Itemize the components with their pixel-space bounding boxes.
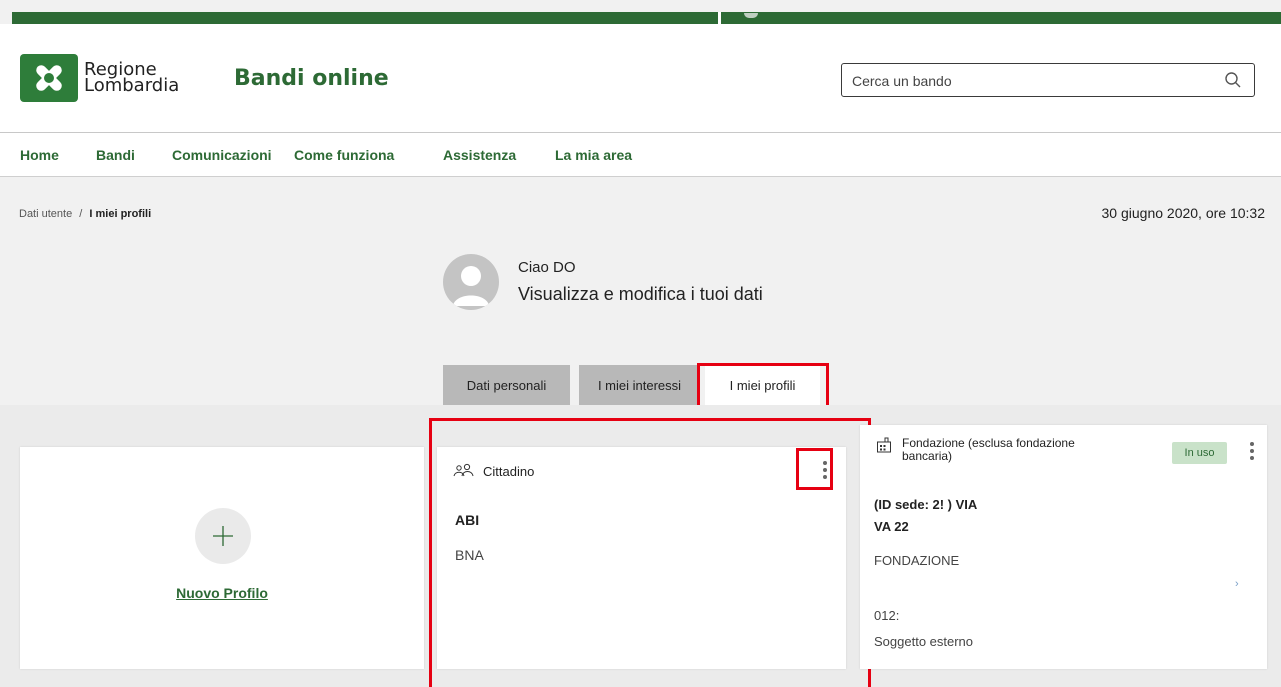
profile-role: Soggetto esterno (874, 634, 974, 649)
top-bar (12, 12, 1281, 24)
profile-type: Fondazione (esclusa fondazione bancaria) (902, 436, 1075, 463)
plus-icon[interactable] (195, 508, 251, 564)
nav-item-comunicazioni[interactable]: Comunicazioni (172, 147, 272, 163)
profile-address: (ID sede: 2! ) VIA (874, 497, 978, 512)
status-badge: In uso (1172, 442, 1227, 464)
profile-code: 012: (874, 608, 900, 623)
current-datetime: 30 giugno 2020, ore 10:32 (1101, 205, 1265, 221)
regione-lombardia-logo-icon[interactable] (20, 54, 78, 102)
nav-item-assistenza[interactable]: Assistenza (443, 147, 516, 163)
chevron-right-icon[interactable]: › (1235, 578, 1239, 590)
highlight-box-card (429, 418, 871, 687)
nav-item-la-mia-area[interactable]: La mia area (555, 147, 632, 163)
search-input[interactable] (852, 71, 1212, 91)
main-nav: Home Bandi Comunicazioni Come funziona A… (0, 133, 1281, 177)
profile-address-2: VA 22 (874, 519, 909, 534)
new-profile-link[interactable]: Nuovo Profilo (20, 585, 424, 601)
user-subtitle: Visualizza e modifica i tuoi dati (518, 284, 763, 304)
more-options-icon[interactable] (1250, 442, 1254, 460)
brand-name[interactable]: Regione Lombardia (84, 61, 180, 96)
brand-line-2: Lombardia (84, 75, 180, 96)
building-icon (876, 437, 892, 463)
user-greeting: Ciao DO (518, 259, 576, 276)
breadcrumb-separator: / (79, 208, 83, 220)
site-title[interactable]: Bandi online (234, 66, 389, 91)
profile-card-fondazione[interactable]: Fondazione (esclusa fondazione bancaria)… (860, 425, 1267, 669)
site-header: Regione Lombardia Bandi online (0, 24, 1281, 134)
highlight-box-tab (697, 363, 829, 408)
card-header: Fondazione (esclusa fondazione bancaria) (876, 437, 1126, 463)
nav-item-bandi[interactable]: Bandi (96, 147, 135, 163)
tab-dati-personali[interactable]: Dati personali (443, 365, 570, 405)
tab-i-miei-interessi[interactable]: I miei interessi (579, 365, 700, 405)
nav-item-come-funziona[interactable]: Come funziona (294, 147, 394, 163)
new-profile-card[interactable]: Nuovo Profilo (20, 447, 424, 669)
nav-item-home[interactable]: Home (20, 147, 59, 163)
search-box[interactable] (841, 63, 1255, 97)
search-icon[interactable] (1224, 71, 1242, 94)
profile-name: FONDAZIONE (874, 553, 960, 568)
user-avatar-icon (443, 254, 499, 310)
breadcrumb-parent[interactable]: Dati utente (19, 208, 72, 220)
breadcrumb-current: I miei profili (89, 208, 152, 220)
breadcrumb: Dati utente / I miei profili (19, 208, 151, 220)
